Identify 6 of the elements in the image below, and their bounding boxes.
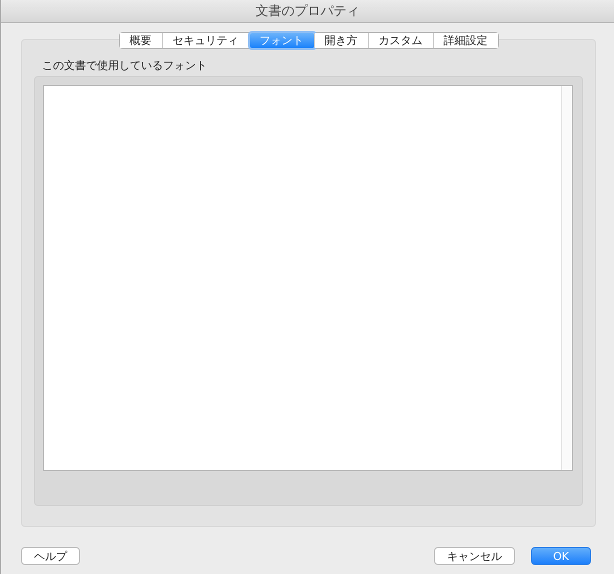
tab[interactable]: 開き方 bbox=[314, 33, 368, 48]
help-button[interactable]: ヘルプ bbox=[21, 547, 80, 565]
section-heading: この文書で使用しているフォント bbox=[42, 58, 208, 73]
cancel-button[interactable]: キャンセル bbox=[434, 547, 515, 565]
window-title: 文書のプロパティ bbox=[256, 3, 360, 20]
tab[interactable]: 概要 bbox=[120, 33, 162, 48]
